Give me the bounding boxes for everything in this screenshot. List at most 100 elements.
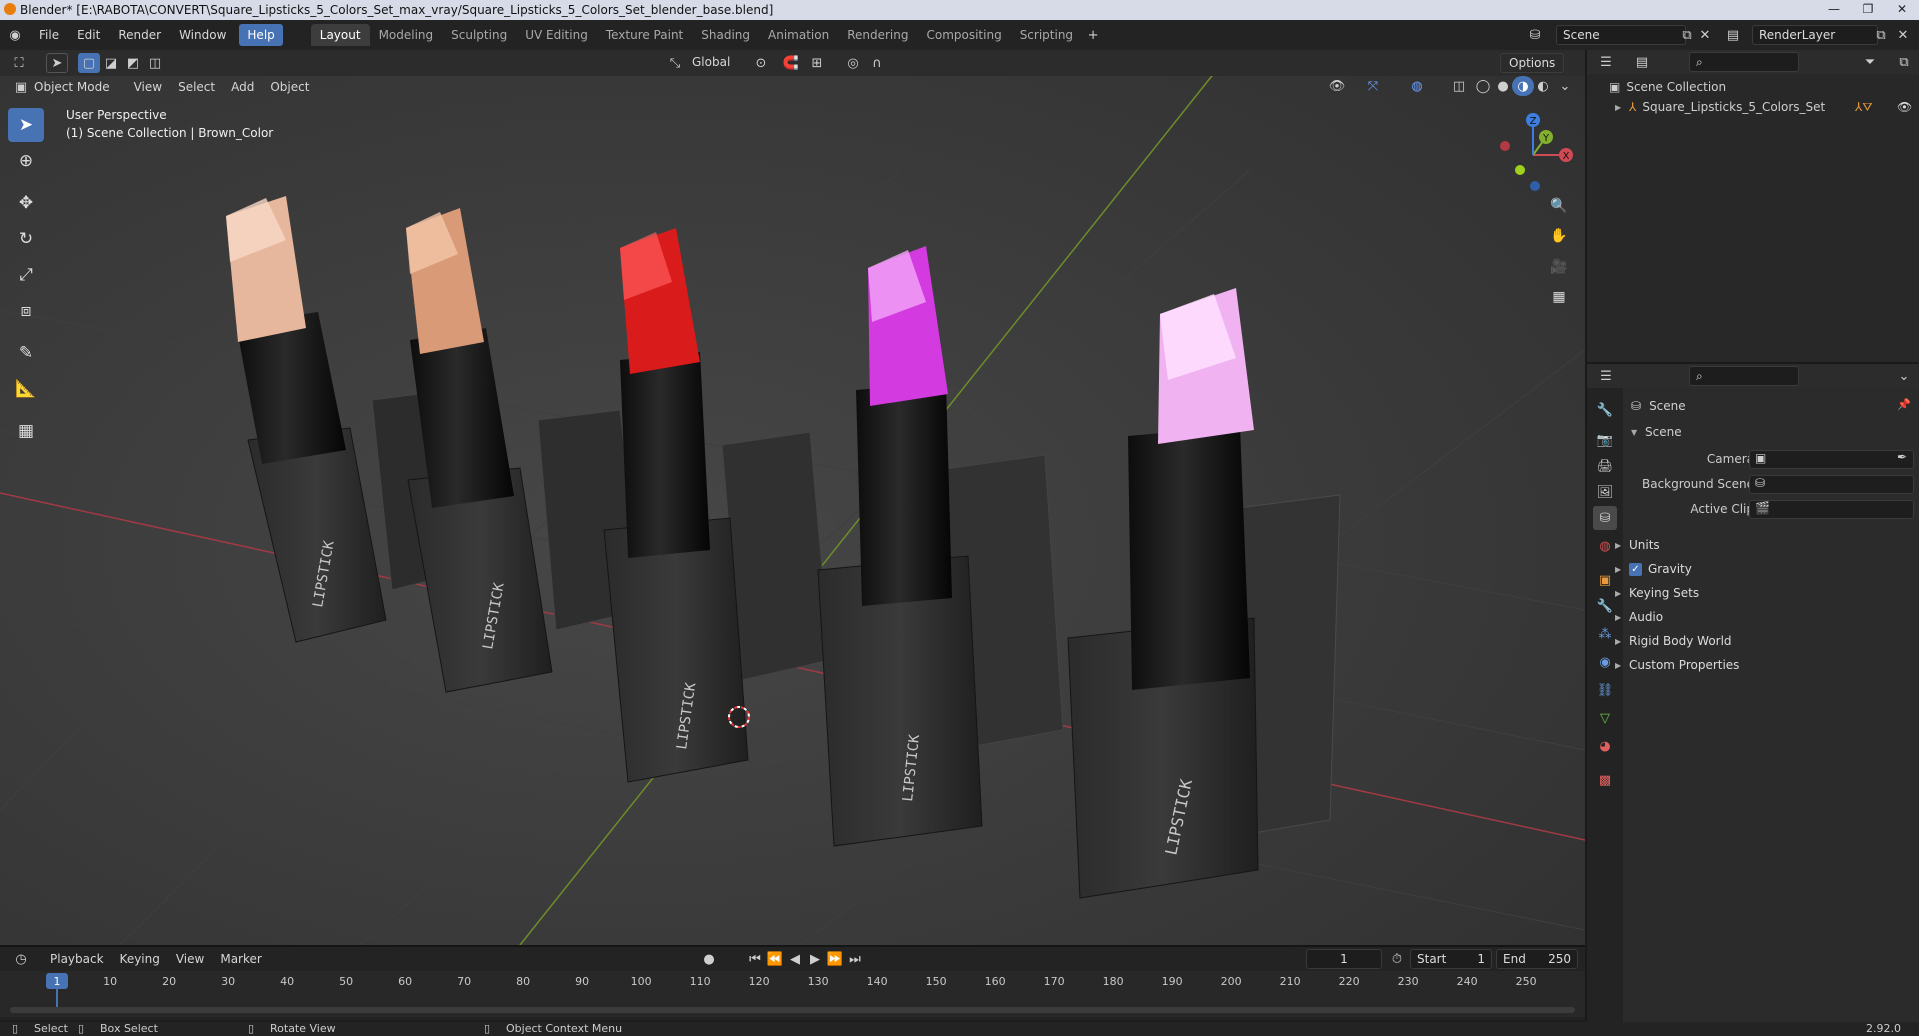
panel-custom-properties[interactable]: ▶ Custom Properties — [1615, 654, 1905, 676]
constraints-tab-icon[interactable]: ⛓ — [1593, 678, 1617, 702]
timeline-ruler[interactable]: 1 10 20 30 40 50 60 70 80 90 100 110 120 130 140 150 160… — [0, 971, 1585, 1017]
menu-file[interactable]: File — [30, 24, 68, 46]
extend-select-icon[interactable]: ◪ — [100, 53, 122, 73]
new-layer-icon[interactable]: ⧉ — [1870, 25, 1892, 45]
pivot-point-icon[interactable]: ⊙ — [750, 53, 772, 73]
menu-render[interactable]: Render — [109, 24, 170, 46]
tab-texture-paint[interactable]: Texture Paint — [597, 24, 692, 46]
add-cube-tool-icon[interactable]: ▦ — [8, 414, 44, 448]
proportional-edit-icon[interactable]: ◎ — [842, 53, 864, 73]
outliner-search-input[interactable]: ⌕ — [1689, 52, 1799, 72]
timeline-scrollbar[interactable] — [10, 1007, 1575, 1013]
snap-icon[interactable]: 🧲 — [780, 53, 802, 73]
viewport-menu-select[interactable]: Select — [170, 80, 223, 94]
jump-start-icon[interactable]: ⏮ — [744, 949, 766, 969]
camera-view-icon[interactable]: 🎥 — [1546, 254, 1572, 280]
plus-icon[interactable]: + — [1082, 25, 1104, 45]
timeline-menu-marker[interactable]: Marker — [212, 952, 269, 966]
expand-arrow-icon[interactable]: ▶ — [1615, 103, 1629, 112]
transform-orientation-icon[interactable]: ⤡ — [664, 53, 686, 73]
physics-tab-icon[interactable]: ◉ — [1593, 650, 1617, 674]
properties-search-input[interactable]: ⌕ — [1689, 366, 1799, 386]
new-collection-icon[interactable]: ⧉ — [1893, 52, 1915, 72]
solid-shading-icon[interactable]: ● — [1492, 76, 1514, 96]
display-mode-icon[interactable]: ▤ — [1631, 52, 1653, 72]
3d-viewport[interactable]: LIPSTICK LIPSTICK LIPSTICK LIPSTICK LIPS… — [0, 50, 1585, 945]
minimize-icon[interactable]: — — [1816, 0, 1852, 20]
transform-tool-icon[interactable]: ⧈ — [8, 294, 44, 328]
data-tab-icon[interactable]: ▽ — [1593, 706, 1617, 730]
panel-units[interactable]: ▶ Units — [1615, 534, 1905, 556]
viewport-menu-view[interactable]: View — [126, 80, 170, 94]
viewport-menu-add[interactable]: Add — [223, 80, 262, 94]
ortho-grid-icon[interactable]: ▦ — [1546, 284, 1572, 310]
active-clip-field[interactable] — [1749, 499, 1914, 519]
scale-tool-icon[interactable]: ⤢ — [8, 258, 44, 292]
snap-target-icon[interactable]: ⊞ — [806, 53, 828, 73]
menu-help[interactable]: Help — [239, 24, 283, 46]
wireframe-shading-icon[interactable]: ◯ — [1472, 76, 1494, 96]
move-tool-icon[interactable]: ✥ — [8, 186, 44, 220]
record-icon[interactable]: ● — [698, 949, 720, 969]
measure-tool-icon[interactable]: 📐 — [8, 372, 44, 406]
tab-uv-editing[interactable]: UV Editing — [516, 24, 597, 46]
select-box-tool-icon[interactable]: ➤ — [8, 108, 44, 142]
scene-selector[interactable]: Scene — [1556, 25, 1686, 45]
material-shading-icon[interactable]: ◑ — [1512, 76, 1534, 96]
outliner-row-scene-collection[interactable]: ▣ Scene Collection — [1609, 78, 1726, 96]
current-frame-field[interactable]: 1 — [1306, 949, 1382, 969]
background-scene-field[interactable] — [1749, 474, 1914, 494]
modifier-tab-icon[interactable]: 🔧 — [1593, 594, 1617, 618]
gizmo-icon[interactable]: ⤧ — [1362, 76, 1384, 96]
rotate-tool-icon[interactable]: ↻ — [8, 222, 44, 256]
panel-rigid-body-world[interactable]: ▶ Rigid Body World — [1615, 630, 1905, 652]
cursor-tool-icon[interactable]: ⊕ — [8, 144, 44, 178]
scene-icon[interactable]: ⛁ — [1524, 25, 1546, 45]
visibility-icon[interactable]: 👁 — [1326, 76, 1348, 96]
properties-options-icon[interactable]: ⌄ — [1893, 366, 1915, 386]
render-layer-selector[interactable]: RenderLayer — [1752, 25, 1878, 45]
next-keyframe-icon[interactable]: ⏩ — [824, 949, 846, 969]
close-icon[interactable]: ✕ — [1884, 0, 1919, 20]
tab-sculpting[interactable]: Sculpting — [442, 24, 516, 46]
timeline-menu-view[interactable]: View — [168, 952, 212, 966]
play-reverse-icon[interactable]: ◀ — [784, 949, 806, 969]
camera-field[interactable] — [1749, 449, 1914, 469]
gravity-checkbox[interactable]: ✓ — [1629, 562, 1642, 576]
editor-type-icon[interactable]: ⛶ — [8, 53, 30, 73]
maximize-icon[interactable]: ❐ — [1850, 0, 1886, 20]
panel-keying-sets[interactable]: ▶ Keying Sets — [1615, 582, 1905, 604]
texture-tab-icon[interactable]: ▩ — [1593, 768, 1617, 792]
visibility-eye-icon[interactable]: 👁 — [1897, 100, 1912, 114]
particles-tab-icon[interactable]: ⁂ — [1593, 622, 1617, 646]
menu-edit[interactable]: Edit — [68, 24, 109, 46]
select-mode-icon[interactable]: ➤ — [46, 53, 68, 73]
panel-audio[interactable]: ▶ Audio — [1615, 606, 1905, 628]
prev-keyframe-icon[interactable]: ⏪ — [764, 949, 786, 969]
blender-menu-icon[interactable]: ◉ — [4, 25, 26, 45]
box-select-mode-icon[interactable]: ▢ — [78, 53, 100, 73]
tab-compositing[interactable]: Compositing — [917, 24, 1010, 46]
filter-icon[interactable]: ⏷ — [1859, 52, 1881, 72]
eyedropper-icon[interactable]: ✒ — [1897, 450, 1907, 464]
delete-scene-icon[interactable]: ✕ — [1694, 25, 1716, 45]
shading-options-icon[interactable]: ⌄ — [1554, 76, 1576, 96]
tab-scripting[interactable]: Scripting — [1011, 24, 1082, 46]
scene-panel-header[interactable]: ▼ Scene — [1631, 422, 1682, 442]
tab-shading[interactable]: Shading — [692, 24, 759, 46]
use-preview-range-icon[interactable]: ⏱ — [1386, 949, 1408, 969]
material-tab-icon[interactable]: ◕ — [1593, 734, 1617, 758]
object-tab-icon[interactable]: ▣ — [1593, 568, 1617, 592]
tab-modeling[interactable]: Modeling — [370, 24, 443, 46]
intersect-select-icon[interactable]: ◫ — [144, 53, 166, 73]
viewport-menu-object[interactable]: Object — [262, 80, 317, 94]
end-frame-field[interactable]: End 250 — [1496, 949, 1578, 969]
panel-collapse-icon[interactable]: ▼ — [1631, 428, 1645, 437]
navigation-gizmo[interactable]: X Y Z — [1488, 110, 1578, 200]
pan-hand-icon[interactable]: ✋ — [1546, 223, 1572, 249]
properties-editor-icon[interactable]: ☰ — [1595, 366, 1617, 386]
render-layer-icon[interactable]: ▤ — [1722, 25, 1744, 45]
transform-orientation-dropdown[interactable]: Global — [684, 55, 738, 69]
falloff-icon[interactable]: ∩ — [866, 53, 888, 73]
subtract-select-icon[interactable]: ◩ — [122, 53, 144, 73]
